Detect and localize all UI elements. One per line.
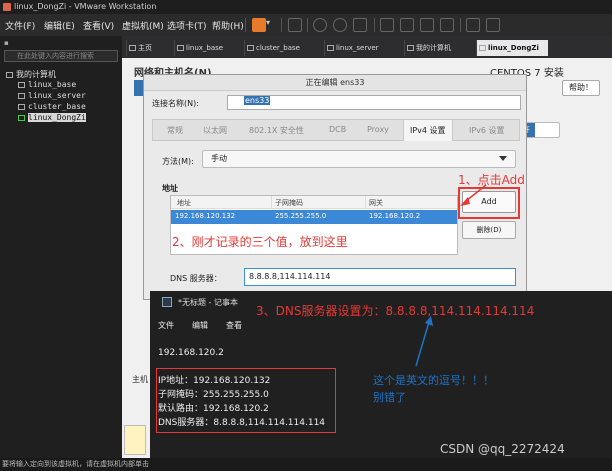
arrow-step1: [465, 184, 487, 202]
statusbar: 要将输入定向到该虚拟机，请在虚拟机内部单击: [0, 458, 612, 471]
watermark: CSDN @qq_2272424: [440, 442, 565, 456]
arrow-note: [415, 321, 430, 367]
annotation-arrows: [415, 184, 487, 367]
arrow-head-note: [425, 316, 433, 326]
